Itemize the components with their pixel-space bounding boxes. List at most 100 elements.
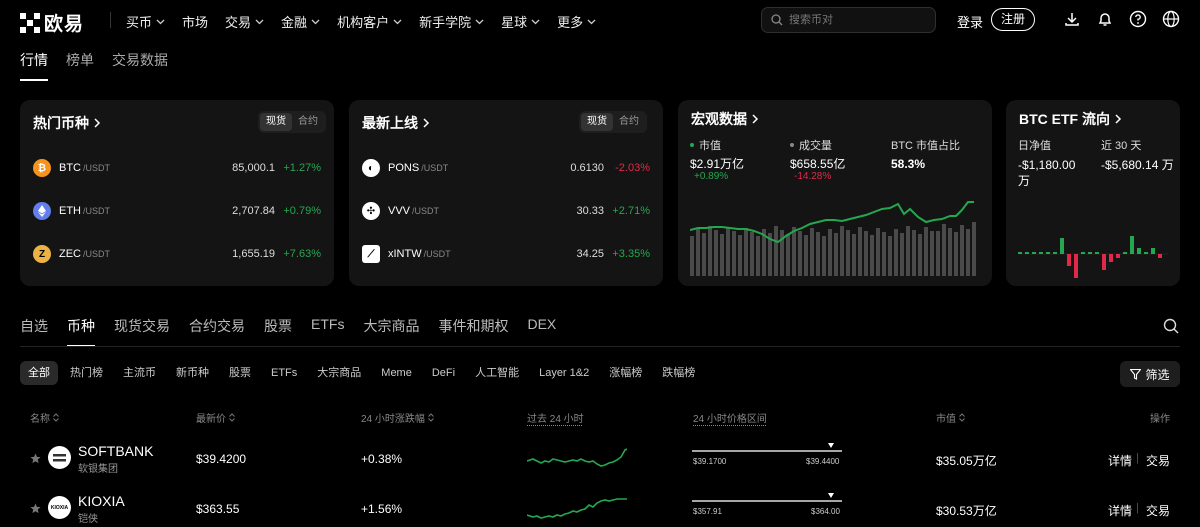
volume-bar: [900, 233, 904, 276]
filter-chip-2[interactable]: 主流币: [115, 361, 164, 385]
etf-flow-bar: [1158, 254, 1162, 258]
nav-item-6[interactable]: 星球: [501, 12, 540, 31]
filter-chip-9[interactable]: 人工智能: [467, 361, 527, 385]
notification-bell-icon[interactable]: [1096, 10, 1114, 28]
category-tab-4[interactable]: 股票: [264, 316, 292, 347]
category-tab-8[interactable]: DEX: [527, 316, 556, 347]
category-tab-0[interactable]: 自选: [20, 316, 48, 347]
coin-symbol: ZEC: [59, 248, 81, 260]
filter-chip-8[interactable]: DeFi: [424, 361, 463, 385]
btc-dominance-value: 58.3%: [891, 157, 926, 171]
login-link[interactable]: 登录: [957, 12, 983, 31]
chevron-down-icon: [156, 19, 165, 25]
nav-item-2[interactable]: 交易: [225, 12, 264, 31]
header-change[interactable]: 24 小时涨跌幅: [361, 410, 434, 425]
new-row-pons[interactable]: ◐ PONS /USDT 0.6130 -2.03%: [362, 157, 650, 179]
download-icon[interactable]: [1063, 10, 1081, 28]
hot-row-eth[interactable]: ETH /USDT 2,707.84 +0.79%: [33, 200, 321, 222]
filter-button[interactable]: 筛选: [1120, 361, 1180, 387]
favorite-star-icon[interactable]: [30, 453, 41, 464]
etf-flow-bar: [1067, 254, 1071, 266]
logo[interactable]: 欧易: [20, 9, 84, 36]
filter-chip-11[interactable]: 涨幅榜: [601, 361, 650, 385]
header-range: 24 小时价格区间: [693, 410, 767, 425]
filter-chip-3[interactable]: 新币种: [168, 361, 217, 385]
category-tab-1[interactable]: 币种: [67, 316, 95, 347]
tab-trading-data[interactable]: 交易数据: [112, 50, 168, 81]
tab-rankings[interactable]: 榜单: [66, 50, 94, 81]
range-high: $364.00: [811, 507, 840, 516]
header-range-text: 24 小时价格区间: [693, 414, 767, 425]
category-tab-5[interactable]: ETFs: [311, 316, 344, 347]
header-price[interactable]: 最新价: [196, 410, 235, 425]
header-price-text: 最新价: [196, 414, 226, 425]
filter-chip-7[interactable]: Meme: [373, 361, 420, 385]
filter-chip-6[interactable]: 大宗商品: [309, 361, 369, 385]
register-button[interactable]: 注册: [991, 8, 1036, 31]
nav-item-5[interactable]: 新手学院: [419, 12, 484, 31]
help-icon[interactable]: [1129, 10, 1147, 28]
asset-price: $39.4200: [196, 452, 247, 466]
search-box[interactable]: [761, 7, 936, 33]
category-tab-2[interactable]: 现货交易: [114, 316, 170, 347]
filter-chip-1[interactable]: 热门榜: [62, 361, 111, 385]
etf-flow-bar: [1130, 236, 1134, 254]
btc-etf-title[interactable]: BTC ETF 流向: [1019, 109, 1122, 129]
language-globe-icon[interactable]: [1162, 10, 1180, 28]
category-tab-7[interactable]: 事件和期权: [438, 316, 508, 347]
favorite-star-icon[interactable]: [30, 503, 41, 514]
filter-chip-10[interactable]: Layer 1&2: [531, 361, 597, 385]
tab-market[interactable]: 行情: [20, 50, 48, 81]
table-row[interactable]: KIOXIA KIOXIA 铠侠 $363.55 +1.56% $357.91 …: [20, 485, 1180, 527]
category-tab-3[interactable]: 合约交易: [189, 316, 245, 347]
new-listings-title[interactable]: 最新上线: [362, 113, 430, 133]
new-row-xintw[interactable]: ⟋ xINTW /USDT 34.25 +3.35%: [362, 243, 650, 265]
trade-link[interactable]: 交易: [1146, 502, 1170, 519]
volume-bar: [894, 229, 898, 276]
filter-chip-5[interactable]: ETFs: [263, 361, 305, 385]
hot-row-btc[interactable]: ₿ BTC /USDT 85,000.1 +1.27%: [33, 157, 321, 179]
market-cap-value: $2.91万亿: [690, 157, 745, 171]
asset-market-cap: $30.53万亿: [936, 504, 997, 518]
etf-flow-bar: [1109, 254, 1113, 262]
trade-link[interactable]: 交易: [1146, 452, 1170, 469]
etf-flow-bar: [1095, 252, 1099, 254]
futures-toggle[interactable]: 合约: [292, 113, 324, 131]
table-row[interactable]: SOFTBANK 软银集团 $39.4200 +0.38% $39.1700 $…: [20, 435, 1180, 481]
header-name[interactable]: 名称: [30, 410, 59, 425]
spot-toggle[interactable]: 现货: [581, 113, 613, 131]
detail-link[interactable]: 详情: [1108, 502, 1132, 519]
etf-flow-bar: [1018, 252, 1022, 254]
nav-item-4[interactable]: 机构客户: [337, 12, 402, 31]
volume-value: $658.55亿: [790, 157, 846, 171]
header-market-cap[interactable]: 市值: [936, 410, 965, 425]
nav-item-label: 更多: [557, 15, 584, 30]
quote-currency: /USDT: [421, 163, 449, 173]
filter-chip-0[interactable]: 全部: [20, 361, 58, 385]
nav-item-3[interactable]: 金融: [281, 12, 320, 31]
nav-item-1[interactable]: 市场: [182, 12, 208, 31]
macro-data-title[interactable]: 宏观数据: [691, 109, 759, 129]
filter-chip-12[interactable]: 跌幅榜: [654, 361, 703, 385]
detail-link[interactable]: 详情: [1108, 452, 1132, 469]
current-price-marker: [828, 443, 834, 448]
search-icon[interactable]: [1163, 318, 1179, 334]
filter-chip-4[interactable]: 股票: [221, 361, 259, 385]
chevron-down-icon: [311, 19, 320, 25]
futures-toggle[interactable]: 合约: [613, 113, 645, 131]
nav-item-7[interactable]: 更多: [557, 12, 596, 31]
volume-bar: [702, 233, 706, 276]
spot-toggle[interactable]: 现货: [260, 113, 292, 131]
coin-price: 1,655.19: [232, 248, 275, 260]
new-row-vvv[interactable]: ✣ VVV /USDT 30.33 +2.71%: [362, 200, 650, 222]
btc-coin-icon: ₿: [33, 159, 51, 177]
search-input[interactable]: [789, 14, 929, 26]
market-cap-label-text: 市值: [699, 140, 721, 152]
volume-bar: [840, 226, 844, 276]
etf-flow-bar: [1060, 238, 1064, 254]
nav-item-0[interactable]: 买币: [126, 12, 165, 31]
coin-price: 34.25: [576, 248, 604, 260]
category-tab-6[interactable]: 大宗商品: [363, 316, 419, 347]
hot-coins-title[interactable]: 热门币种: [33, 113, 101, 133]
hot-row-zec[interactable]: Z ZEC /USDT 1,655.19 +7.63%: [33, 243, 321, 265]
